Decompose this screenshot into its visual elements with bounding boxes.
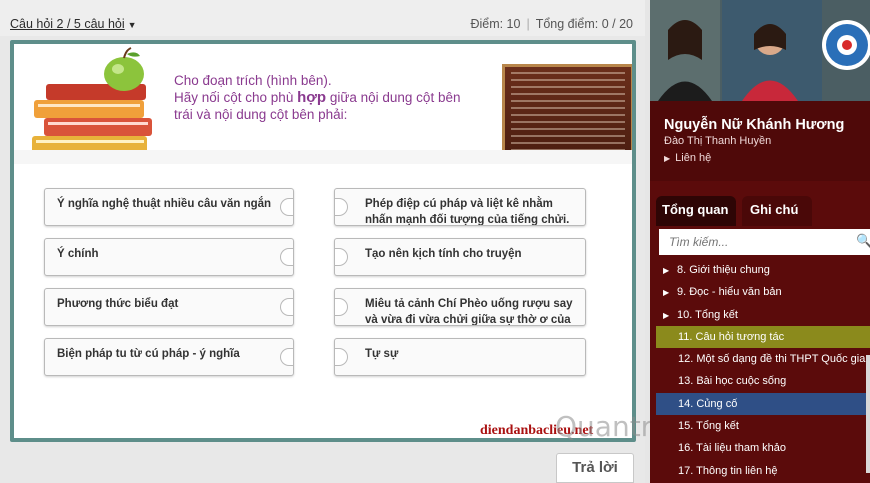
outline-item-12[interactable]: 12. Một số dạng đề thi THPT Quốc gia <box>656 348 870 370</box>
score-label: Điểm: 10 <box>470 17 521 31</box>
score-display: Điểm: 10 | Tổng điểm: 0 / 20 <box>470 17 633 31</box>
search-input[interactable] <box>659 229 870 255</box>
right-item-label: Miêu tả cảnh Chí Phèo uống rượu say và v… <box>365 298 573 326</box>
contact-label: Liên hệ <box>675 152 712 164</box>
prompt-text: giữa nội dung cột bên <box>326 90 461 105</box>
puzzle-tab <box>335 348 348 366</box>
right-item-label: Phép điệp cú pháp và liệt kê nhằm nhấn m… <box>365 198 570 226</box>
triangle-right-icon: ▶ <box>664 154 671 163</box>
outline-item-14[interactable]: 14. Củng cố <box>656 392 870 416</box>
presenter-video <box>650 0 870 101</box>
puzzle-socket <box>280 248 293 266</box>
right-item-2[interactable]: Tạo nên kịch tính cho truyện <box>334 238 586 276</box>
outline-item-15[interactable]: 15. Tổng kết <box>656 415 870 437</box>
outline-item-13[interactable]: 13. Bài học cuộc sống <box>656 370 870 392</box>
outline-list: ▶ 8. Giới thiệu chung ▶ 9. Đọc - hiểu văn … <box>656 259 870 482</box>
puzzle-tab <box>335 248 348 266</box>
outline-label: 9. Đọc - hiểu văn bản <box>677 286 782 299</box>
sidebar-tabs: Tổng quan Ghi chú <box>650 194 870 226</box>
right-item-1[interactable]: Phép điệp cú pháp và liệt kê nhằm nhấn m… <box>334 188 586 226</box>
puzzle-tab <box>335 298 348 316</box>
right-item-label: Tự sự <box>365 348 399 360</box>
question-nav-label: Câu hỏi 2 / 5 câu hỏi <box>10 17 125 31</box>
matching-area: Ý nghĩa nghệ thuật nhiều câu văn ngắn Ý … <box>14 164 632 438</box>
submit-button[interactable]: Trả lời <box>556 453 634 483</box>
right-item-label: Tạo nên kịch tính cho truyện <box>365 248 522 260</box>
triangle-right-icon: ▶ <box>663 266 670 275</box>
caret-down-icon: ▼ <box>127 20 137 30</box>
left-item-label: Phương thức biểu đạt <box>57 298 179 310</box>
outline-label: 10. Tổng kết <box>677 308 738 321</box>
puzzle-tab <box>335 198 348 216</box>
outline-label: 11. Câu hỏi tương tác <box>678 330 785 343</box>
left-item-label: Ý nghĩa nghệ thuật nhiều câu văn ngắn <box>57 198 272 210</box>
left-item-label: Biện pháp tu từ cú pháp - ý nghĩa <box>57 348 240 360</box>
quiz-footer <box>0 446 645 483</box>
triangle-right-icon: ▶ <box>663 288 670 298</box>
presenter-name: Nguyễn Nữ Khánh Hương <box>664 117 845 133</box>
player-sidebar: Nguyễn Nữ Khánh Hương Đào Thị Thanh Huyề… <box>650 0 870 483</box>
quiz-header: Câu hỏi 2 / 5 câu hỏi ▼ Điểm: 10 | Tổng điể… <box>0 0 645 36</box>
left-item-2[interactable]: Ý chính <box>44 238 294 276</box>
outline-label: 14. Củng cố <box>678 397 738 410</box>
puzzle-socket <box>280 298 293 316</box>
banner-footer <box>14 150 632 164</box>
left-item-3[interactable]: Phương thức biểu đạt <box>44 288 294 326</box>
puzzle-socket <box>280 198 293 216</box>
left-item-label: Ý chính <box>57 248 99 260</box>
outline-label: 8. Giới thiệu chung <box>677 264 770 276</box>
outline-item-16[interactable]: 16. Tài liệu tham khảo <box>656 437 870 459</box>
quiz-pane: Câu hỏi 2 / 5 câu hỏi ▼ Điểm: 10 | Tổng điể… <box>0 0 740 483</box>
outline-scrollbar[interactable] <box>866 355 870 473</box>
triangle-right-icon: ▶ <box>663 310 670 320</box>
tab-notes[interactable]: Ghi chú <box>742 196 812 226</box>
prompt-line-2: Hãy nối cột cho phù hợp giữa nội dung cộ… <box>174 89 484 106</box>
presenter-video-frame <box>650 0 870 101</box>
outline-label: 12. Một số dạng đề thi THPT Quốc gia <box>678 353 866 366</box>
outline-item-10[interactable]: ▶ 10. Tổng kết <box>656 304 870 326</box>
total-score-label: Tổng điểm: 0 / 20 <box>535 17 633 31</box>
divider: | <box>526 17 530 31</box>
outline-item-11[interactable]: 11. Câu hỏi tương tác <box>656 325 870 349</box>
outline-item-9[interactable]: ▶ 9. Đọc - hiểu văn bản <box>656 281 870 303</box>
right-item-4[interactable]: Tự sự <box>334 338 586 376</box>
presenter-info: Nguyễn Nữ Khánh Hương Đào Thị Thanh Huyề… <box>650 101 870 181</box>
question-card: Cho đoạn trích (hình bên). Hãy nối cột c… <box>10 40 636 442</box>
question-banner: Cho đoạn trích (hình bên). Hãy nối cột c… <box>14 44 632 164</box>
prompt-line-3: trái và nội dung cột bên phải: <box>174 107 348 122</box>
tab-overview[interactable]: Tổng quan <box>656 196 736 226</box>
question-nav-dropdown[interactable]: Câu hỏi 2 / 5 câu hỏi ▼ <box>10 17 137 31</box>
outline-label: 15. Tổng kết <box>678 420 739 433</box>
prompt-text: Hãy nối cột cho phù <box>174 90 298 105</box>
outline-label: 13. Bài học cuộc sống <box>678 375 787 388</box>
contact-link[interactable]: ▶ Liên hệ <box>664 152 856 164</box>
outline-label: 16. Tài liệu tham khảo <box>678 442 787 455</box>
left-item-4[interactable]: Biện pháp tu từ cú pháp - ý nghĩa <box>44 338 294 376</box>
prompt-line-1: Cho đoạn trích (hình bên). <box>174 73 332 88</box>
puzzle-socket <box>280 348 293 366</box>
books-apple-illustration <box>32 47 152 154</box>
search-icon[interactable]: 🔍 <box>856 233 870 249</box>
outline-label: 17. Thông tin liên hệ <box>678 464 778 477</box>
left-item-1[interactable]: Ý nghĩa nghệ thuật nhiều câu văn ngắn <box>44 188 294 226</box>
prompt-emphasis: hợp <box>297 89 327 106</box>
outline-item-17[interactable]: 17. Thông tin liên hệ <box>656 460 870 482</box>
presenter-subtitle: Đào Thị Thanh Huyền <box>664 135 772 147</box>
right-item-3[interactable]: Miêu tả cảnh Chí Phèo uống rượu say và v… <box>334 288 586 326</box>
outline-item-8[interactable]: ▶ 8. Giới thiệu chung <box>656 259 870 281</box>
question-prompt: Cho đoạn trích (hình bên). Hãy nối cột c… <box>174 72 484 123</box>
